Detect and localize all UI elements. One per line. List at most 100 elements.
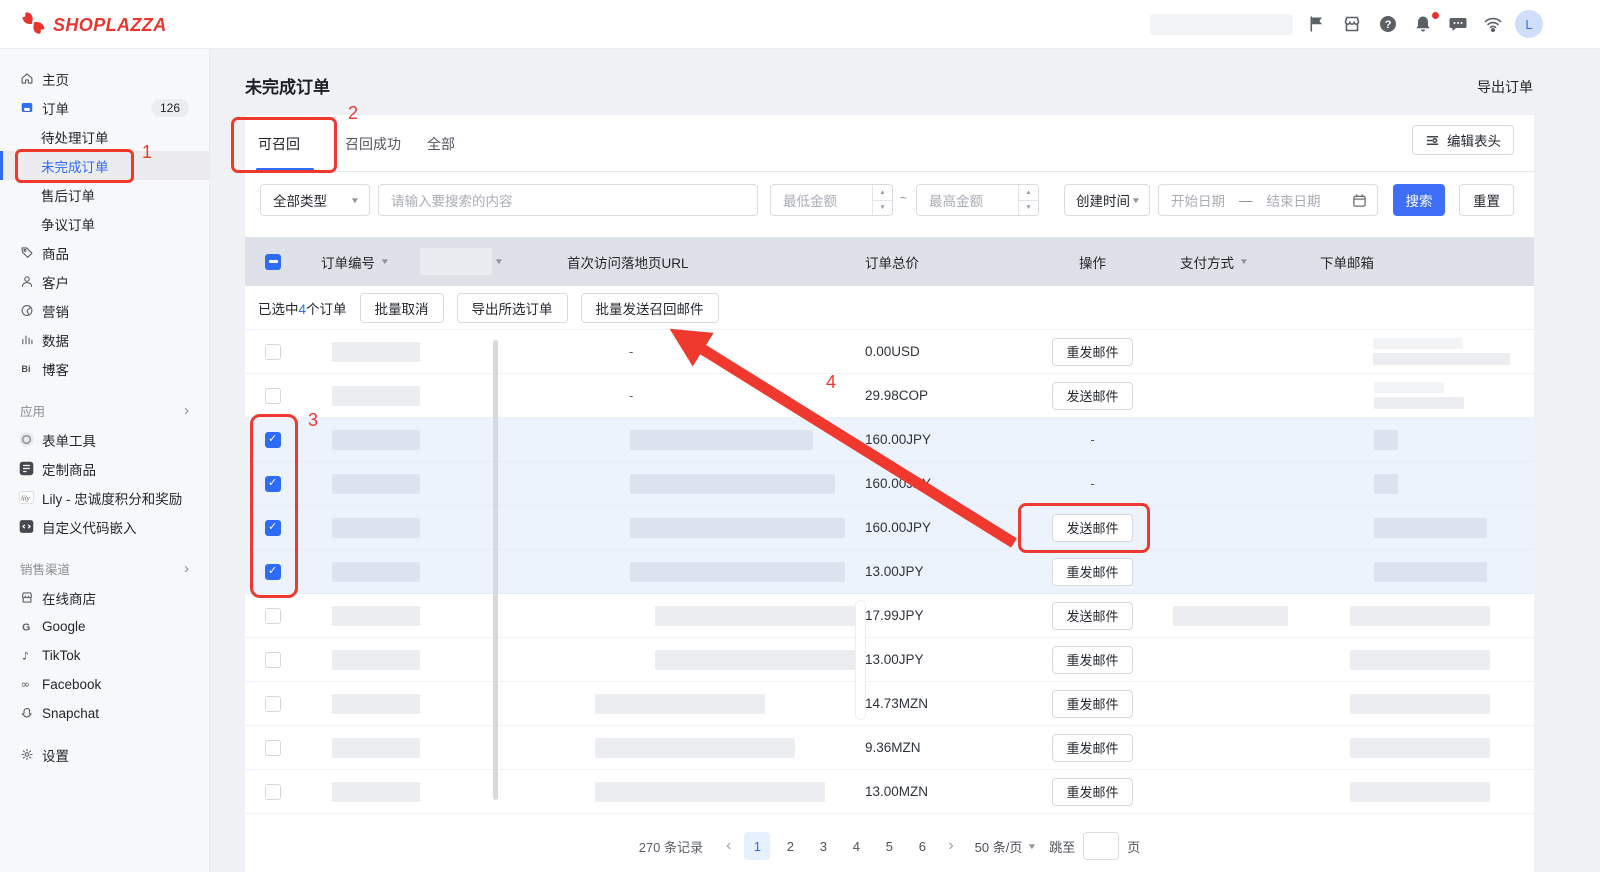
redacted-order-number	[332, 782, 420, 802]
sidebar-item-home[interactable]: 主页	[0, 64, 209, 93]
row-checkbox[interactable]	[265, 520, 281, 536]
jump-page-input[interactable]	[1083, 832, 1119, 860]
landing-url-cell: -	[555, 388, 855, 403]
sidebar-item-pending-orders[interactable]: 待处理订单	[0, 122, 209, 151]
sidebar-item-label: 数据	[42, 330, 69, 350]
row-checkbox[interactable]	[265, 344, 281, 360]
page-1-button[interactable]: 1	[744, 832, 770, 860]
sidebar-item-tiktok[interactable]: ♪ TikTok	[0, 641, 209, 670]
sidebar-item-google[interactable]: G Google	[0, 612, 209, 641]
sidebar-item-facebook[interactable]: ∞ Facebook	[0, 670, 209, 699]
max-amount-input[interactable]: 最高金额 ▲▼	[916, 184, 1039, 216]
resend-email-button[interactable]: 重发邮件	[1052, 690, 1132, 718]
sidebar-item-products[interactable]: 商品	[0, 238, 209, 267]
send-email-button[interactable]: 发送邮件	[1052, 602, 1132, 630]
amount-stepper[interactable]: ▲▼	[1018, 185, 1038, 215]
sort-caret-icon[interactable]: ▼	[1239, 257, 1249, 266]
redacted-order-number	[332, 650, 420, 670]
export-selected-button[interactable]: 导出所选订单	[457, 293, 568, 323]
sidebar-item-snapchat[interactable]: Snapchat	[0, 699, 209, 728]
tab-all[interactable]: 全部	[427, 115, 455, 172]
send-email-button[interactable]: 发送邮件	[1052, 514, 1132, 542]
sidebar-item-custom-code[interactable]: 自定义代码嵌入	[0, 512, 209, 541]
action-cell: 重发邮件	[1020, 690, 1165, 718]
date-range-input[interactable]: 开始日期 — 结束日期	[1158, 184, 1378, 216]
page-size-select[interactable]: 50 条/页 ▼	[975, 837, 1037, 856]
min-amount-input[interactable]: 最低金额 ▲▼	[770, 184, 893, 216]
sidebar-item-orders[interactable]: 订单 126	[0, 93, 209, 122]
bulk-send-recall-email-button[interactable]: 批量发送召回邮件	[581, 293, 719, 323]
order-type-select[interactable]: 全部类型▼	[260, 184, 370, 216]
action-cell: 发送邮件	[1020, 514, 1165, 542]
row-checkbox[interactable]	[265, 740, 281, 756]
svg-text:∞: ∞	[21, 678, 30, 691]
tab-recallable[interactable]: 可召回	[258, 115, 300, 172]
sidebar-item-online-store[interactable]: 在线商店	[0, 583, 209, 612]
sidebar-item-label: 商品	[42, 243, 69, 263]
page-2-button[interactable]: 2	[777, 832, 803, 860]
edit-table-header-button[interactable]: 编辑表头	[1412, 125, 1514, 155]
row-checkbox[interactable]	[265, 784, 281, 800]
sidebar-item-settings[interactable]: 设置	[0, 740, 209, 769]
action-cell: -	[1020, 432, 1165, 447]
flag-icon[interactable]	[1306, 14, 1326, 34]
vertical-scrollbar[interactable]	[493, 340, 498, 800]
sort-caret-icon[interactable]: ▼	[380, 257, 390, 266]
calendar-icon	[1352, 193, 1367, 208]
order-total: 160.00JPY	[855, 476, 931, 491]
resend-email-button[interactable]: 重发邮件	[1052, 734, 1132, 762]
send-email-button[interactable]: 发送邮件	[1052, 382, 1132, 410]
sidebar-item-analytics[interactable]: 数据	[0, 325, 209, 354]
scrollbar-thumb[interactable]	[855, 600, 866, 720]
search-button[interactable]: 搜索	[1393, 184, 1445, 216]
row-checkbox[interactable]	[265, 432, 281, 448]
next-page-button[interactable]: ›	[944, 837, 957, 855]
sidebar-item-incomplete-orders[interactable]: 未完成订单	[0, 151, 209, 180]
tab-recall-success[interactable]: 召回成功	[345, 115, 401, 172]
chat-icon[interactable]	[1448, 14, 1468, 34]
avatar[interactable]: L	[1515, 10, 1543, 38]
brand-logo[interactable]: SHOPLAZZA	[20, 10, 167, 41]
sort-caret-icon[interactable]: ▼	[494, 257, 504, 266]
row-checkbox[interactable]	[265, 476, 281, 492]
action-cell: 重发邮件	[1020, 646, 1165, 674]
wifi-icon[interactable]	[1483, 14, 1503, 34]
sidebar-item-lily-loyalty[interactable]: lily Lily - 忠诚度积分和奖励	[0, 483, 209, 512]
sidebar-item-aftersale-orders[interactable]: 售后订单	[0, 180, 209, 209]
time-type-select[interactable]: 创建时间▼	[1064, 184, 1150, 216]
resend-email-button[interactable]: 重发邮件	[1052, 778, 1132, 806]
select-all-checkbox[interactable]	[265, 254, 281, 270]
page-5-button[interactable]: 5	[876, 832, 902, 860]
bell-icon[interactable]	[1413, 14, 1433, 34]
blog-icon: Bi	[20, 361, 34, 377]
resend-email-button[interactable]: 重发邮件	[1052, 646, 1132, 674]
sidebar-item-form-tool[interactable]: 表单工具	[0, 425, 209, 454]
reset-button[interactable]: 重置	[1459, 184, 1514, 216]
search-input[interactable]: 请输入要搜索的内容	[378, 184, 758, 216]
row-checkbox[interactable]	[265, 608, 281, 624]
row-checkbox[interactable]	[265, 388, 281, 404]
store-icon[interactable]	[1342, 14, 1362, 34]
sidebar-item-custom-product[interactable]: 定制商品	[0, 454, 209, 483]
table-row: 13.00JPY 重发邮件	[245, 638, 1534, 682]
prev-page-button[interactable]: ‹	[722, 837, 735, 855]
row-checkbox[interactable]	[265, 696, 281, 712]
edit-columns-icon	[1425, 133, 1440, 148]
resend-email-button[interactable]: 重发邮件	[1052, 338, 1132, 366]
page-3-button[interactable]: 3	[810, 832, 836, 860]
amount-stepper[interactable]: ▲▼	[872, 185, 892, 215]
sidebar-item-blog[interactable]: Bi 博客	[0, 354, 209, 383]
row-checkbox[interactable]	[265, 652, 281, 668]
sidebar-item-marketing[interactable]: 营销	[0, 296, 209, 325]
landing-url-cell	[555, 782, 855, 802]
page-4-button[interactable]: 4	[843, 832, 869, 860]
bulk-cancel-button[interactable]: 批量取消	[360, 293, 444, 323]
row-checkbox[interactable]	[265, 564, 281, 580]
export-orders-button[interactable]: 导出订单	[1477, 77, 1533, 97]
page-6-button[interactable]: 6	[909, 832, 935, 860]
help-icon[interactable]: ?	[1378, 14, 1398, 34]
sidebar-item-dispute-orders[interactable]: 争议订单	[0, 209, 209, 238]
storefront-icon	[20, 590, 34, 606]
resend-email-button[interactable]: 重发邮件	[1052, 558, 1132, 586]
sidebar-item-customers[interactable]: 客户	[0, 267, 209, 296]
